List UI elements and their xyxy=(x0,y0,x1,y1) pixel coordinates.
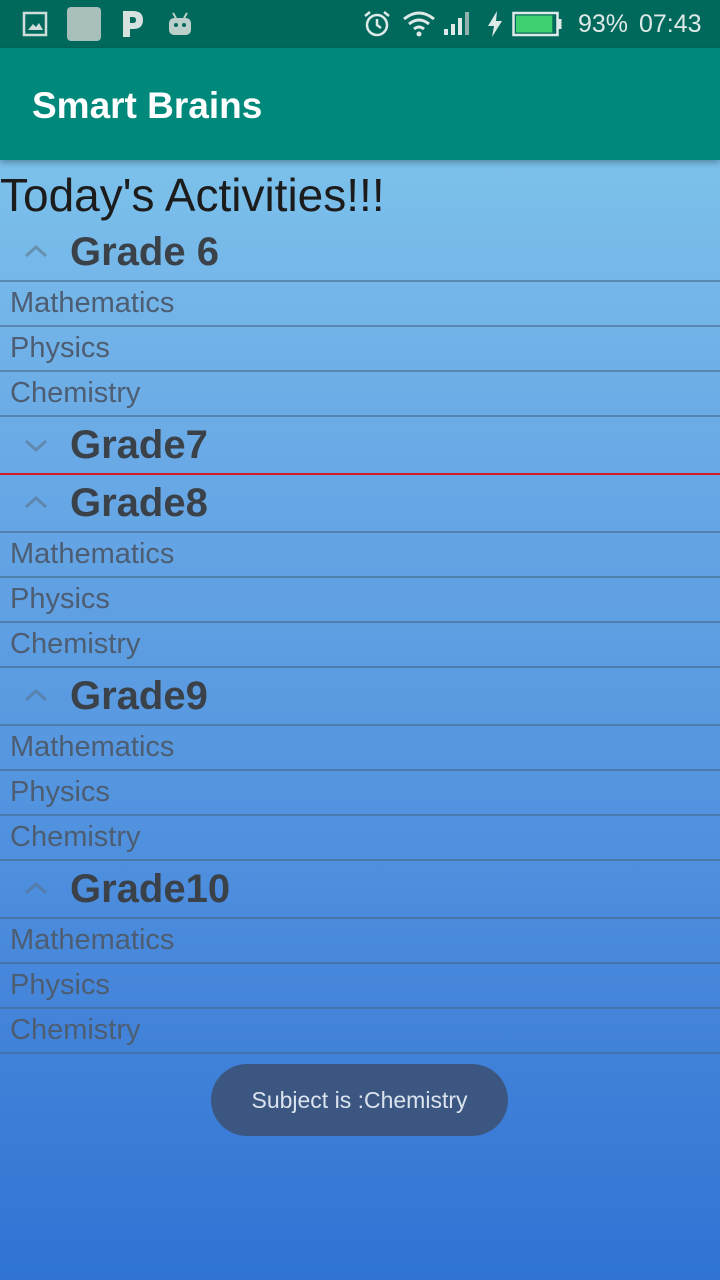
chevron-up-icon xyxy=(22,489,50,517)
group-header[interactable]: Grade9 xyxy=(0,668,720,726)
subject-item[interactable]: Physics xyxy=(0,771,720,816)
android-icon xyxy=(166,0,194,48)
toast: Subject is :Chemistry xyxy=(211,1064,508,1136)
battery-icon xyxy=(512,0,562,48)
group-label: Grade8 xyxy=(70,481,208,525)
p-app-icon xyxy=(120,0,146,48)
subject-label: Mathematics xyxy=(10,287,175,319)
app-bar: Smart Brains xyxy=(0,48,720,160)
subject-label: Physics xyxy=(10,776,110,808)
expandable-list: Grade 6 Mathematics Physics Chemistry Grade7… xyxy=(0,224,720,1054)
chevron-up-icon xyxy=(22,238,50,266)
group-label: Grade10 xyxy=(70,867,231,911)
subject-label: Mathematics xyxy=(10,731,175,763)
wifi-icon xyxy=(402,0,436,48)
subject-label: Physics xyxy=(10,969,110,1001)
subject-item[interactable]: Mathematics xyxy=(0,919,720,964)
subject-label: Mathematics xyxy=(10,924,175,956)
group-label: Grade 6 xyxy=(70,230,219,274)
group-header[interactable]: Grade 6 xyxy=(0,224,720,282)
subject-item[interactable]: Physics xyxy=(0,327,720,372)
square-app-icon xyxy=(66,0,102,48)
chevron-down-icon xyxy=(22,431,50,459)
subject-item[interactable]: Chemistry xyxy=(0,623,720,668)
subject-label: Chemistry xyxy=(10,377,141,409)
subject-label: Chemistry xyxy=(10,1014,141,1046)
subject-item[interactable]: Physics xyxy=(0,964,720,1009)
subject-item[interactable]: Chemistry xyxy=(0,372,720,417)
page-heading: Today's Activities!!! xyxy=(0,169,385,221)
subject-label: Physics xyxy=(10,583,110,615)
group-label: Grade9 xyxy=(70,674,208,718)
group-header[interactable]: Grade7 xyxy=(0,417,720,475)
subject-label: Mathematics xyxy=(10,538,175,570)
image-icon xyxy=(22,0,48,48)
group-label: Grade7 xyxy=(70,423,208,467)
screen: 93% 07:43 Smart Brains Today's Activitie… xyxy=(0,0,720,1280)
status-bar: 93% 07:43 xyxy=(0,0,720,48)
subject-item[interactable]: Chemistry xyxy=(0,816,720,861)
charging-icon xyxy=(486,0,504,48)
group-header[interactable]: Grade10 xyxy=(0,861,720,919)
battery-percent: 93% xyxy=(578,9,629,38)
chevron-up-icon xyxy=(22,875,50,903)
subject-item[interactable]: Chemistry xyxy=(0,1009,720,1054)
toast-text: Subject is :Chemistry xyxy=(251,1086,468,1113)
subject-item[interactable]: Mathematics xyxy=(0,533,720,578)
subject-item[interactable]: Mathematics xyxy=(0,282,720,327)
group-header[interactable]: Grade8 xyxy=(0,475,720,533)
chevron-up-icon xyxy=(22,682,50,710)
signal-icon xyxy=(442,0,470,48)
clock: 07:43 xyxy=(639,9,702,38)
subject-item[interactable]: Mathematics xyxy=(0,726,720,771)
app-title: Smart Brains xyxy=(32,85,263,126)
subject-label: Chemistry xyxy=(10,821,141,853)
alarm-icon xyxy=(362,0,392,48)
subject-label: Chemistry xyxy=(10,628,141,660)
subject-label: Physics xyxy=(10,332,110,364)
subject-item[interactable]: Physics xyxy=(0,578,720,623)
